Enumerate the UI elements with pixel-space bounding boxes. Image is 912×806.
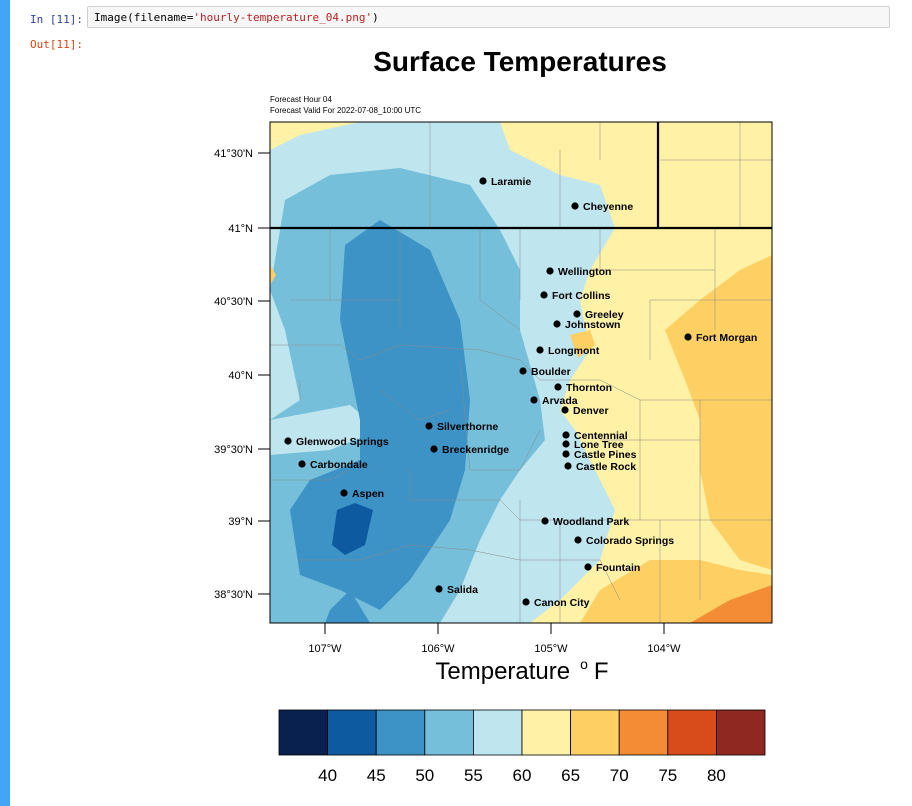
colorbar-segment bbox=[667, 709, 717, 756]
lat-tick-label: 41°30'N bbox=[214, 148, 253, 160]
city-label: Wellington bbox=[558, 266, 611, 278]
city-label: Silverthorne bbox=[437, 421, 498, 433]
city-dot bbox=[684, 333, 692, 341]
city-fort-morgan: Fort Morgan bbox=[684, 332, 757, 344]
colorbar-tick-label: 60 bbox=[513, 766, 532, 785]
city-dot bbox=[562, 431, 570, 439]
colorbar-tick-label: 65 bbox=[561, 766, 580, 785]
colorbar-label: Temperature o F bbox=[435, 656, 608, 685]
city-dot bbox=[298, 460, 306, 468]
colorbar: 40 45 50 55 60 65 70 75 80 bbox=[278, 709, 766, 785]
lat-tick-label: 39°30'N bbox=[214, 444, 253, 456]
city-silverthorne: Silverthorne bbox=[425, 421, 498, 433]
lat-tick-label: 38°30'N bbox=[214, 589, 253, 601]
colorbar-segment bbox=[375, 709, 426, 756]
city-dot bbox=[540, 291, 548, 299]
colorbar-tick-label: 55 bbox=[464, 766, 483, 785]
colorbar-segment bbox=[472, 709, 523, 756]
city-castle-rock: Castle Rock bbox=[564, 461, 636, 473]
colorbar-segment bbox=[570, 709, 620, 756]
colorbar-segment bbox=[618, 709, 669, 756]
lon-tick-label: 107°W bbox=[308, 643, 342, 655]
city-castle-pines: Castle Pines bbox=[562, 449, 637, 461]
city-dot bbox=[435, 585, 443, 593]
colorbar-tick-label: 75 bbox=[658, 766, 677, 785]
colorbar-segment bbox=[521, 709, 571, 756]
colorbar-segment bbox=[327, 709, 377, 756]
city-dot bbox=[584, 563, 592, 571]
city-dot bbox=[430, 445, 438, 453]
city-dot bbox=[519, 367, 527, 375]
city-label: Salida bbox=[447, 584, 478, 596]
colorbar-tick-label: 45 bbox=[367, 766, 386, 785]
city-label: Cheyenne bbox=[583, 201, 633, 213]
city-dot bbox=[574, 536, 582, 544]
city-dot bbox=[562, 450, 570, 458]
city-dot bbox=[546, 267, 554, 275]
city-label: Aspen bbox=[352, 488, 384, 500]
city-dot bbox=[571, 202, 579, 210]
city-breckenridge: Breckenridge bbox=[430, 444, 509, 456]
city-dot bbox=[536, 346, 544, 354]
colorbar-segment bbox=[716, 709, 766, 756]
forecast-hour-text: Forecast Hour 04 bbox=[270, 95, 332, 104]
city-dot bbox=[562, 440, 570, 448]
city-glenwood-springs: Glenwood Springs bbox=[284, 436, 389, 448]
city-label: Thornton bbox=[566, 382, 612, 394]
city-dot bbox=[425, 422, 433, 430]
colorbar-tick-label: 70 bbox=[610, 766, 629, 785]
city-label: Longmont bbox=[548, 345, 600, 357]
lat-tick-label: 39°N bbox=[228, 516, 253, 528]
colorbar-segment bbox=[424, 709, 474, 756]
city-label: Fort Morgan bbox=[696, 332, 757, 344]
city-label: Castle Pines bbox=[574, 449, 637, 461]
lon-tick-label: 104°W bbox=[647, 643, 681, 655]
city-label: Fort Collins bbox=[552, 290, 610, 302]
city-dot bbox=[479, 177, 487, 185]
city-label: Canon City bbox=[534, 597, 590, 609]
city-label: Breckenridge bbox=[442, 444, 509, 456]
lat-tick-label: 41°N bbox=[228, 223, 253, 235]
city-label: Johnstown bbox=[565, 319, 620, 331]
city-label: Woodland Park bbox=[553, 516, 629, 528]
city-label: Denver bbox=[573, 405, 609, 417]
city-label: Boulder bbox=[531, 366, 571, 378]
output-figure: Forecast Hour 04 Forecast Valid For 2022… bbox=[214, 95, 773, 785]
city-dot bbox=[554, 383, 562, 391]
latitude-ticks: 41°30'N 41°N 40°30'N 40°N 39°30'N 39°N 38°30'N bbox=[214, 148, 270, 601]
longitude-ticks: 107°W 106°W 105°W 104°W bbox=[308, 623, 681, 655]
city-dot bbox=[573, 310, 581, 318]
city-dot bbox=[564, 462, 572, 470]
colorbar-segment bbox=[278, 709, 328, 756]
lat-tick-label: 40°30'N bbox=[214, 296, 253, 308]
colorbar-tick-label: 40 bbox=[318, 766, 337, 785]
city-label: Laramie bbox=[491, 176, 531, 188]
city-dot bbox=[284, 437, 292, 445]
city-woodland-park: Woodland Park bbox=[541, 516, 629, 528]
city-dot bbox=[541, 517, 549, 525]
city-label: Castle Rock bbox=[576, 461, 636, 473]
city-dot bbox=[530, 396, 538, 404]
city-label: Carbondale bbox=[310, 459, 368, 471]
city-dot bbox=[522, 598, 530, 606]
city-label: Fountain bbox=[596, 562, 640, 574]
city-dot bbox=[340, 489, 348, 497]
colorbar-tick-label: 80 bbox=[707, 766, 726, 785]
city-dot bbox=[561, 406, 569, 414]
city-label: Colorado Springs bbox=[586, 535, 674, 547]
city-colorado-springs: Colorado Springs bbox=[574, 535, 674, 547]
lat-tick-label: 40°N bbox=[228, 370, 253, 382]
lon-tick-label: 105°W bbox=[534, 643, 568, 655]
city-label: Glenwood Springs bbox=[296, 436, 389, 448]
colorbar-tick-label: 50 bbox=[415, 766, 434, 785]
forecast-valid-text: Forecast Valid For 2022-07-08_10:00 UTC bbox=[270, 106, 421, 115]
city-dot bbox=[553, 320, 561, 328]
lon-tick-label: 106°W bbox=[421, 643, 455, 655]
